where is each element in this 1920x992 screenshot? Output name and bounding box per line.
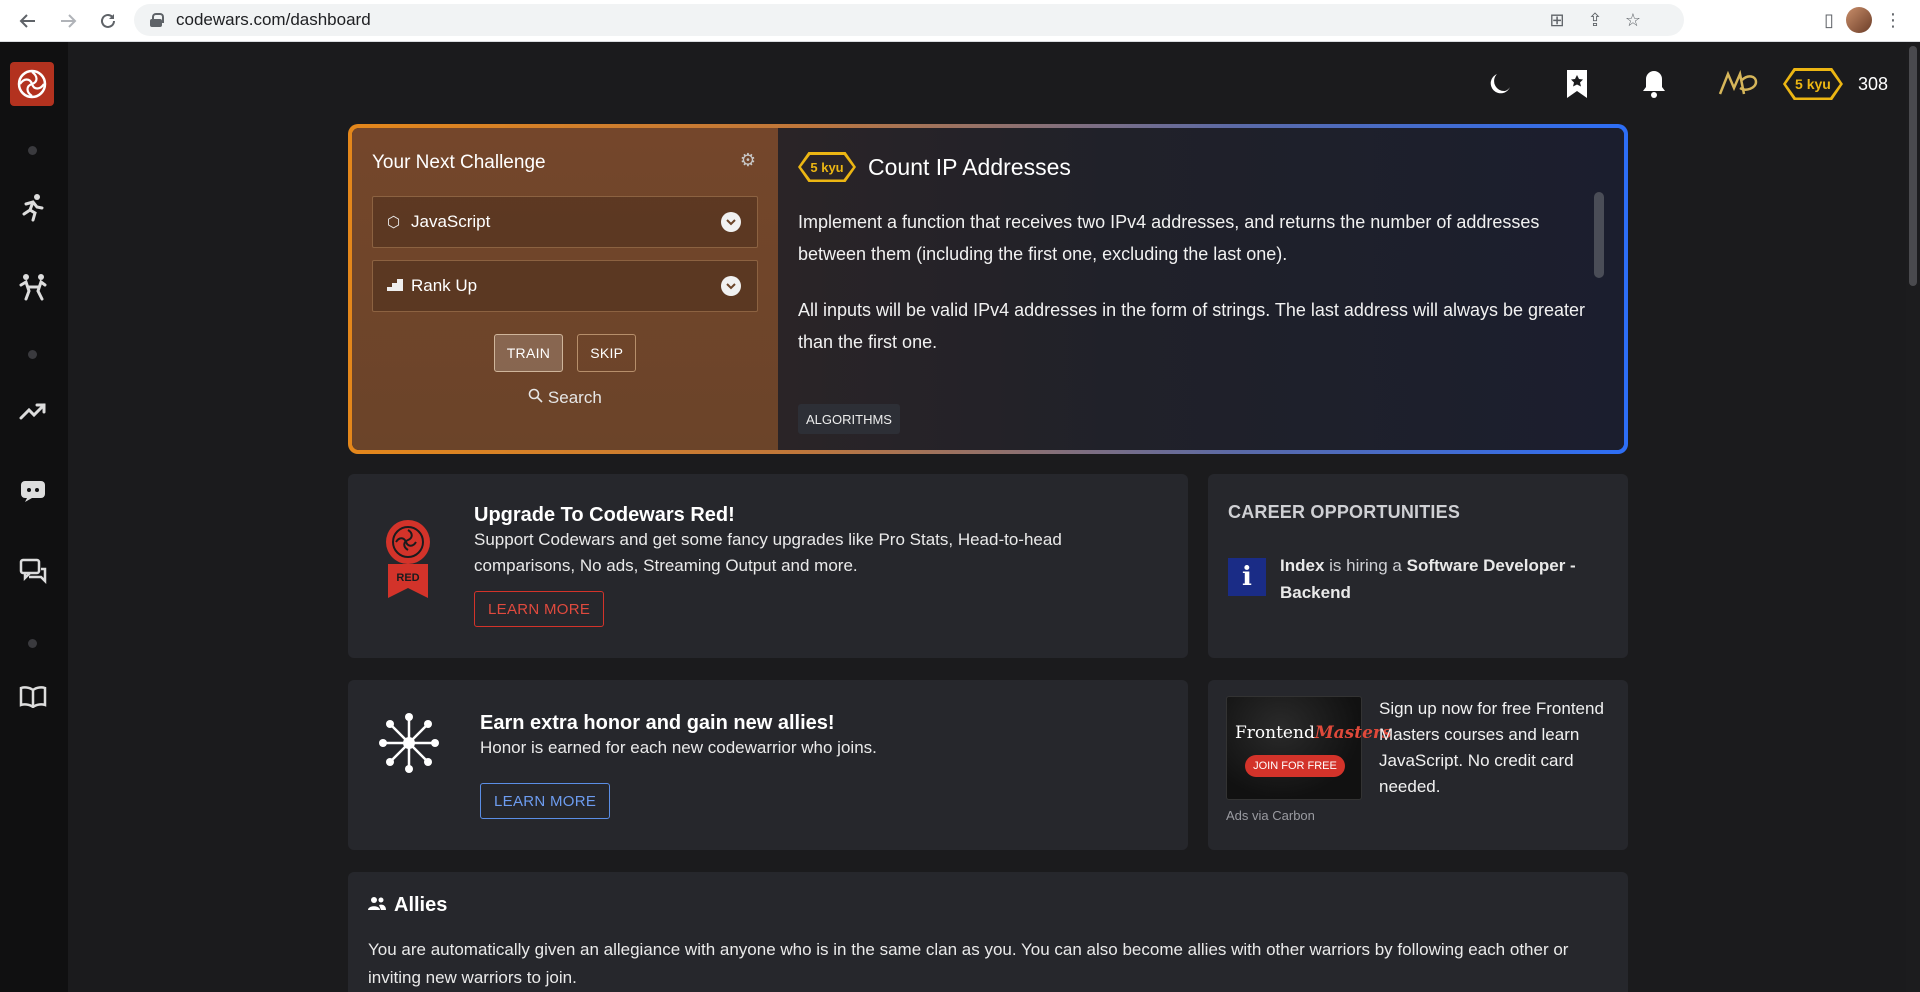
- job-text: Index is hiring a Software Developer - B…: [1280, 552, 1590, 606]
- strategy-value: Rank Up: [411, 276, 478, 295]
- kata-description-paragraph: Implement a function that receives two I…: [798, 212, 1540, 264]
- bookmark-icon[interactable]: [1562, 69, 1592, 99]
- allies-group-icon: [368, 895, 386, 916]
- ad-brand-plain: Frontend: [1235, 723, 1315, 743]
- share-icon[interactable]: ⇪: [1584, 10, 1606, 31]
- allies-body: You are automatically given an allegianc…: [368, 940, 1569, 987]
- reload-icon[interactable]: [88, 1, 128, 41]
- lock-icon: [150, 13, 164, 27]
- kata-name[interactable]: Count IP Addresses: [868, 154, 1071, 181]
- header-actions: 5 kyu 308: [1438, 62, 1888, 106]
- career-title: CAREER OPPORTUNITIES: [1228, 502, 1461, 522]
- sidebar-divider-dot: [28, 350, 37, 359]
- carbon-ad-card: FrontendMasters JOIN FOR FREE Sign up no…: [1208, 680, 1628, 850]
- learn-more-button[interactable]: LEARN MORE: [480, 783, 611, 819]
- kata-tag[interactable]: ALGORITHMS: [798, 404, 900, 434]
- sidebar-divider-dot: [28, 146, 37, 155]
- practice-kata-icon[interactable]: [16, 270, 50, 304]
- ads-via-carbon-link[interactable]: Ads via Carbon: [1226, 808, 1315, 823]
- kata-rank-badge: 5 kyu: [798, 152, 856, 182]
- discord-icon[interactable]: [16, 474, 50, 508]
- translate-icon[interactable]: ⊞: [1546, 10, 1568, 31]
- url-text: codewars.com/dashboard: [176, 10, 371, 29]
- ad-join-button[interactable]: JOIN FOR FREE: [1245, 755, 1345, 777]
- skip-button[interactable]: SKIP: [577, 334, 637, 372]
- stairs-icon: [387, 277, 405, 295]
- page-scrollbar-thumb[interactable]: [1909, 46, 1917, 286]
- bookmark-star-icon[interactable]: ☆: [1622, 10, 1644, 31]
- search-icon: [528, 388, 548, 407]
- kata-rank-text: 5 kyu: [801, 154, 853, 180]
- gear-icon[interactable]: ⚙: [740, 150, 756, 171]
- description-scrollbar[interactable]: [1594, 192, 1604, 278]
- browser-toolbar: codewars.com/dashboard ⊞ ⇪ ☆ ▯ ⋮: [0, 0, 1920, 42]
- search-link[interactable]: Search: [372, 388, 758, 408]
- company-logo-icon: i: [1228, 558, 1266, 596]
- challenge-title: Your Next Challenge: [372, 152, 546, 173]
- honor-title: Earn extra honor and gain new allies!: [480, 712, 835, 734]
- user-rank-badge[interactable]: 5 kyu: [1782, 68, 1844, 100]
- chevron-down-icon: [721, 276, 741, 296]
- job-listing[interactable]: i Index is hiring a Software Developer -…: [1228, 552, 1590, 606]
- hiring-text: is hiring a: [1324, 556, 1407, 575]
- docs-book-icon[interactable]: [16, 680, 50, 714]
- kebab-menu-icon[interactable]: ⋮: [1884, 10, 1902, 31]
- codewars-logo-icon[interactable]: [10, 62, 54, 106]
- dark-mode-moon-icon[interactable]: [1485, 69, 1515, 99]
- leaderboard-trend-icon[interactable]: [16, 394, 50, 428]
- kata-description: Implement a function that receives two I…: [798, 206, 1588, 358]
- upgrade-red-card: RED Upgrade To Codewars Red! Support Cod…: [348, 474, 1188, 658]
- language-icon: ⬡: [387, 214, 401, 231]
- learn-more-button[interactable]: LEARN MORE: [474, 591, 605, 627]
- notifications-bell-icon[interactable]: [1639, 69, 1669, 99]
- challenge-controls: Your Next Challenge ⚙ ⬡ JavaScript Rank …: [352, 128, 778, 450]
- sidebar-divider-dot: [28, 639, 37, 648]
- red-badge-text: RED: [396, 572, 419, 584]
- chevron-down-icon: [721, 212, 741, 232]
- training-runner-icon[interactable]: [16, 190, 50, 224]
- train-button[interactable]: TRAIN: [493, 334, 564, 372]
- career-opportunities-card: CAREER OPPORTUNITIES i Index is hiring a…: [1208, 474, 1628, 658]
- page-scrollbar[interactable]: [1906, 42, 1920, 992]
- side-panel-icon[interactable]: ▯: [1824, 10, 1834, 31]
- forward-arrow-icon[interactable]: [48, 1, 88, 41]
- red-ribbon-icon: RED: [384, 518, 432, 603]
- address-bar[interactable]: codewars.com/dashboard ⊞ ⇪ ☆: [134, 4, 1684, 36]
- honor-body: Honor is earned for each new codewarrior…: [480, 738, 877, 757]
- upgrade-body: Support Codewars and get some fancy upgr…: [474, 530, 1062, 575]
- network-icon: [378, 712, 440, 779]
- ad-brand: FrontendMasters: [1235, 723, 1391, 743]
- language-value: JavaScript: [411, 212, 491, 231]
- left-sidebar: [0, 42, 68, 992]
- honor-score: 308: [1857, 73, 1888, 94]
- allies-title: Allies: [394, 894, 448, 916]
- company-name[interactable]: Index: [1280, 556, 1324, 575]
- strategy-select[interactable]: Rank Up: [372, 260, 758, 312]
- discussion-chat-icon[interactable]: [16, 554, 50, 588]
- upgrade-title: Upgrade To Codewars Red!: [474, 504, 735, 526]
- allies-card: Allies You are automatically given an al…: [348, 872, 1628, 992]
- user-avatar[interactable]: [1716, 69, 1760, 99]
- language-select[interactable]: ⬡ JavaScript: [372, 196, 758, 248]
- frontend-masters-ad-image[interactable]: FrontendMasters JOIN FOR FREE: [1226, 696, 1391, 800]
- user-rank-text: 5 kyu: [1785, 70, 1840, 98]
- kata-preview: 5 kyu Count IP Addresses Implement a fun…: [778, 128, 1624, 450]
- ad-text[interactable]: Sign up now for free Frontend Masters co…: [1379, 696, 1615, 800]
- kata-description-paragraph: All inputs will be valid IPv4 addresses …: [798, 300, 1586, 352]
- profile-avatar[interactable]: [1846, 7, 1872, 33]
- back-arrow-icon[interactable]: [8, 1, 48, 41]
- search-label: Search: [547, 388, 602, 407]
- earn-honor-card: Earn extra honor and gain new allies! Ho…: [348, 680, 1188, 850]
- next-challenge-card: Your Next Challenge ⚙ ⬡ JavaScript Rank …: [348, 124, 1628, 454]
